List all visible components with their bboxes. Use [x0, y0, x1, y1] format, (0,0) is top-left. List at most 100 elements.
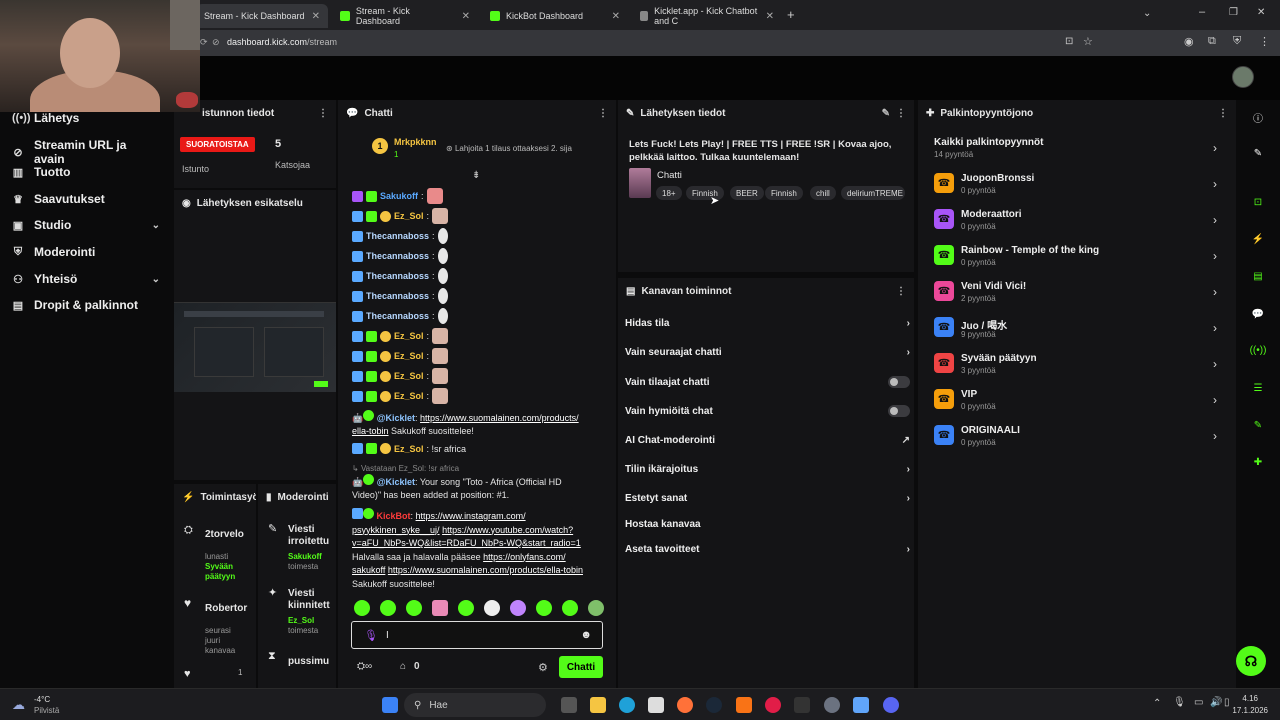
file-explorer-icon[interactable]: [590, 697, 606, 713]
network-icon[interactable]: ▭: [1194, 697, 1203, 708]
document-icon[interactable]: ▤: [1249, 267, 1267, 285]
chat-username[interactable]: Ez_Sol: [394, 351, 424, 361]
chat-link[interactable]: https://www.suomalainen.com/products/ell…: [388, 565, 583, 575]
microphone-icon[interactable]: 🎙: [1173, 697, 1186, 708]
chat-link[interactable]: ella-tobin: [352, 426, 389, 436]
stream-tag[interactable]: Finnish: [765, 186, 803, 200]
reward-all[interactable]: Kaikki palkintopyynnöt 14 pyyntöä ›: [934, 135, 1219, 167]
activity-user[interactable]: 2torvelo: [205, 529, 244, 540]
edge-icon[interactable]: [619, 697, 635, 713]
close-icon[interactable]: ✕: [312, 11, 320, 22]
vlc-icon[interactable]: [736, 697, 752, 713]
broadcast-icon[interactable]: ((•)): [1249, 341, 1267, 359]
chat-link[interactable]: https://www.suomalainen.com/products/: [420, 413, 579, 423]
discord-icon[interactable]: [883, 697, 899, 713]
task-view-icon[interactable]: [561, 697, 577, 713]
reload-icon[interactable]: ⟳: [200, 37, 208, 48]
steam-icon[interactable]: [706, 697, 722, 713]
edit-icon[interactable]: ✎: [882, 108, 890, 119]
action-account-age[interactable]: Tilin ikärajoitus ›: [625, 464, 910, 475]
emote-icon[interactable]: [406, 600, 422, 616]
list-icon[interactable]: ☰: [1249, 379, 1267, 397]
action-subscribers-only[interactable]: Vain tilaajat chatti: [625, 376, 910, 388]
chat-link[interactable]: psyykkinen_syke__uj/: [352, 525, 440, 535]
sidebar-item-moderation[interactable]: ⛨ Moderointi: [12, 245, 160, 259]
avatar[interactable]: [1232, 66, 1254, 88]
chat-username[interactable]: Ez_Sol: [394, 211, 424, 221]
chat-input[interactable]: 🎙 I ☻: [351, 621, 603, 649]
action-emote-only[interactable]: Vain hymiöitä chat: [625, 405, 910, 417]
browser-menu-icon[interactable]: ⋮: [1259, 35, 1270, 48]
puzzle-icon[interactable]: ✚: [1249, 453, 1267, 471]
new-tab-icon[interactable]: +: [787, 7, 795, 22]
more-icon[interactable]: ⋮: [896, 108, 906, 119]
wrench-icon[interactable]: ✎: [1249, 416, 1267, 434]
emote-icon[interactable]: [536, 600, 552, 616]
more-icon[interactable]: ⋮: [598, 108, 608, 119]
bookmark-star-icon[interactable]: ☆: [1083, 35, 1093, 48]
emote-icon[interactable]: [484, 600, 500, 616]
extensions-icon[interactable]: ⧉: [1208, 35, 1216, 48]
browser-tab-3[interactable]: KickBot Dashboard ✕: [482, 4, 628, 28]
chat-link[interactable]: v=aFU_NbPs-WQ&list=RDaFU_NbPs-WQ&start_r…: [352, 538, 581, 548]
more-icon[interactable]: ⋮: [1218, 108, 1228, 119]
action-followers-only[interactable]: Vain seuraajat chatti ›: [625, 347, 910, 358]
store-icon[interactable]: [648, 697, 664, 713]
sidebar-item-achievements[interactable]: ♛ Saavutukset: [12, 192, 160, 206]
action-host-channel[interactable]: Hostaa kanavaa: [625, 519, 910, 530]
top-gifter-name[interactable]: Mrkpkknn: [394, 137, 437, 147]
focus-icon[interactable]: ⊡: [1249, 193, 1267, 211]
emote-icon[interactable]: [458, 600, 474, 616]
chat-username[interactable]: KickBot: [377, 511, 411, 521]
reward-item[interactable]: ☎ Veni Vidi Vici! 2 pyyntöä ›: [934, 279, 1219, 311]
chat-link[interactable]: https://onlyfans.com/: [483, 552, 566, 562]
notepad-icon[interactable]: [853, 697, 869, 713]
emote-icon[interactable]: [354, 600, 370, 616]
sidebar-item-studio[interactable]: ▣ Studio ⌄: [12, 218, 160, 232]
minimize-icon[interactable]: –: [1199, 6, 1205, 18]
store-icon[interactable]: ⌂: [400, 661, 406, 672]
chat-username[interactable]: Thecannaboss: [366, 291, 429, 301]
reward-item[interactable]: ☎ Rainbow - Temple of the king 0 pyyntöä ›: [934, 243, 1219, 275]
sidebar-item-revenue[interactable]: ▥ Tuotto: [12, 165, 160, 179]
points-icon[interactable]: ⛭∞: [357, 661, 372, 672]
sidebar-item-community[interactable]: ⚇ Yhteisö ⌄: [12, 272, 160, 286]
emote-icon[interactable]: [380, 600, 396, 616]
chat-username[interactable]: @Kicklet: [377, 477, 415, 487]
activity-user[interactable]: Robertor: [205, 603, 247, 614]
chat-username[interactable]: Thecannaboss: [366, 231, 429, 241]
stream-tag[interactable]: BEER: [730, 186, 764, 200]
taskbar-search[interactable]: ⚲ Hae: [404, 693, 546, 717]
sidebar-item-stream-url[interactable]: ⊘ Streamin URL ja avain: [12, 138, 160, 166]
sidebar-item-broadcast[interactable]: ((•)) Lähetys: [12, 111, 160, 125]
chat-username[interactable]: Ez_Sol: [394, 331, 424, 341]
microphone-icon[interactable]: 🎙: [364, 629, 378, 642]
stream-preview-thumbnail[interactable]: [174, 302, 336, 392]
info-icon[interactable]: ⓘ: [1249, 108, 1267, 126]
send-chat-button[interactable]: Chatti: [559, 656, 603, 678]
stream-tag[interactable]: 18+: [656, 186, 682, 200]
chat-link[interactable]: https://www.instagram.com/: [416, 511, 526, 521]
reward-item[interactable]: ☎ Moderaattori 0 pyyntöä ›: [934, 207, 1219, 239]
profile-icon[interactable]: ◉: [1184, 35, 1194, 48]
site-info-icon[interactable]: ⊘: [212, 37, 220, 48]
terminal-icon[interactable]: [794, 697, 810, 713]
clock-time[interactable]: 4.16: [1224, 694, 1258, 703]
emote-icon[interactable]: [588, 600, 604, 616]
chat-username[interactable]: Thecannaboss: [366, 311, 429, 321]
chat-username[interactable]: Thecannaboss: [366, 251, 429, 261]
stream-tag[interactable]: deliriumTREME: [841, 186, 905, 200]
modlog-user[interactable]: Ez_Sol: [288, 616, 314, 625]
close-icon[interactable]: ✕: [612, 11, 620, 22]
clock-date[interactable]: 17.1.2026: [1220, 706, 1268, 715]
toggle-switch[interactable]: [888, 376, 910, 388]
toggle-switch[interactable]: [888, 405, 910, 417]
action-blocked-words[interactable]: Estetyt sanat ›: [625, 493, 910, 504]
chat-username[interactable]: Ez_Sol: [394, 371, 424, 381]
action-slow-mode[interactable]: Hidas tila ›: [625, 318, 910, 329]
tab-list-icon[interactable]: ⌄: [1143, 8, 1151, 19]
reward-item[interactable]: ☎ VIP 0 pyyntöä ›: [934, 387, 1219, 419]
chat-link[interactable]: https://www.youtube.com/watch?: [442, 525, 573, 535]
stream-tag[interactable]: chill: [810, 186, 836, 200]
tray-chevron-icon[interactable]: ⌃: [1153, 698, 1161, 709]
